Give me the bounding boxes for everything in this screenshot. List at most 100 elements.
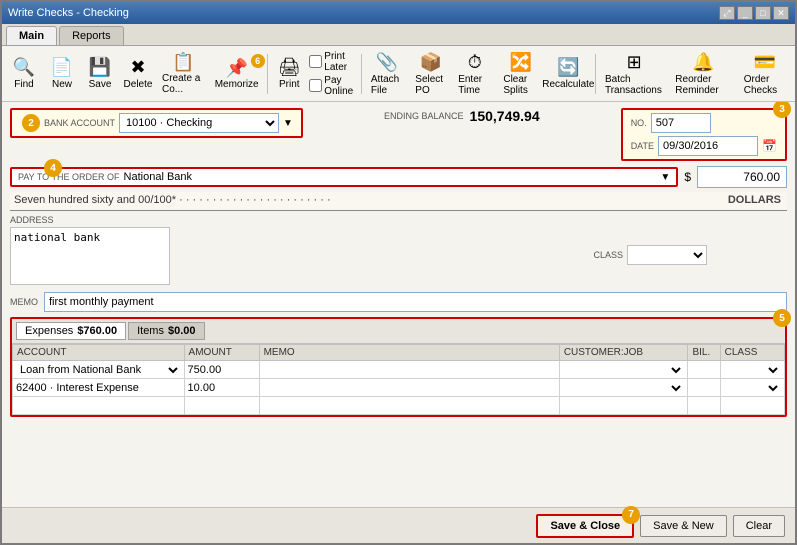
pay-online-checkbox[interactable] (309, 79, 322, 92)
class-select[interactable] (627, 245, 707, 265)
print-label: Print (279, 79, 300, 90)
maximize-btn[interactable]: □ (755, 6, 771, 20)
delete-button[interactable]: ✖ Delete (120, 54, 156, 93)
empty-memo (259, 397, 559, 415)
table-row: 62400 · Interest Expense (13, 379, 785, 397)
expenses-tab[interactable]: Expenses $760.00 (16, 322, 126, 340)
tab-reports[interactable]: Reports (59, 26, 124, 45)
print-later-checkbox[interactable] (309, 55, 322, 68)
items-tab[interactable]: Items $0.00 (128, 322, 204, 340)
toolbar-sep-2 (361, 54, 362, 94)
row1-amount-input[interactable] (188, 364, 256, 376)
pay-online-checkbox-label[interactable]: Pay Online (309, 75, 353, 97)
bank-account-badge: 2 (22, 114, 40, 132)
row1-class-select[interactable] (724, 363, 781, 377)
expenses-badge: 5 (773, 309, 791, 327)
select-po-icon: 📦 (420, 52, 442, 73)
expand-btn[interactable]: ⤢ (719, 6, 735, 20)
expenses-tab-label: Expenses (25, 325, 73, 337)
new-label: New (52, 79, 72, 90)
recalculate-icon: 🔄 (557, 57, 579, 78)
new-button[interactable]: 📄 New (44, 54, 80, 93)
row2-bil (688, 379, 720, 397)
find-label: Find (14, 79, 33, 90)
window-controls: ⤢ _ □ ✕ (719, 6, 789, 20)
column-class: CLASS (720, 345, 784, 361)
empty-bil (688, 397, 720, 415)
attach-file-button[interactable]: 📎 Attach File (366, 49, 408, 99)
column-customer-job: CUSTOMER:JOB (559, 345, 688, 361)
bank-account-label: BANK ACCOUNT (44, 118, 115, 128)
table-row: Loan from National Bank (13, 361, 785, 379)
tab-main[interactable]: Main (6, 26, 57, 45)
expenses-table-container: ACCOUNT AMOUNT MEMO CUSTOMER:JOB BIL. CL… (12, 344, 785, 415)
check-number-input[interactable] (651, 113, 711, 133)
recalculate-button[interactable]: 🔄 Recalculate (545, 54, 591, 93)
close-btn[interactable]: ✕ (773, 6, 789, 20)
print-later-checkbox-label[interactable]: Print Later (309, 51, 353, 73)
bank-account-select[interactable]: 10100 · Checking (119, 113, 279, 133)
date-input[interactable] (658, 136, 758, 156)
delete-label: Delete (124, 79, 153, 90)
clear-button[interactable]: Clear (733, 515, 785, 537)
address-section: ADDRESS national bank (10, 215, 170, 288)
create-copy-button[interactable]: 📋 Create a Co... (158, 50, 209, 97)
amount-input[interactable] (697, 166, 787, 188)
row1-custjob-select[interactable] (563, 363, 685, 377)
row1-custjob (559, 361, 688, 379)
row1-memo (259, 361, 559, 379)
expenses-table: ACCOUNT AMOUNT MEMO CUSTOMER:JOB BIL. CL… (12, 344, 785, 415)
dollar-sign: $ (684, 170, 691, 184)
row2-memo-input[interactable] (263, 382, 556, 394)
date-label: DATE (631, 141, 654, 151)
memorize-button[interactable]: 6 📌 Memorize (211, 56, 263, 92)
batch-transactions-button[interactable]: ⊞ Batch Transactions (600, 49, 668, 99)
select-po-button[interactable]: 📦 Select PO (410, 49, 451, 99)
check-num-badge: 3 (773, 102, 791, 118)
calendar-icon[interactable]: 📅 (762, 139, 777, 153)
delete-icon: ✖ (130, 57, 145, 78)
order-checks-icon: 💳 (754, 52, 776, 73)
save-close-button[interactable]: Save & Close (536, 514, 634, 538)
row1-amount (184, 361, 259, 379)
main-window: Write Checks - Checking ⤢ _ □ ✕ Main Rep… (0, 0, 797, 545)
written-amount-text: Seven hundred sixty and 00/100* · · · · … (10, 192, 728, 208)
create-copy-icon: 📋 (172, 52, 194, 73)
expenses-tab-bar: Expenses $760.00 Items $0.00 (12, 319, 785, 344)
pay-to-label: PAY TO THE ORDER OF (18, 172, 120, 182)
dollars-label: DOLLARS (728, 194, 787, 206)
memo-input[interactable] (44, 292, 787, 312)
print-button[interactable]: 🖨 Print (271, 54, 307, 93)
table-header-row: ACCOUNT AMOUNT MEMO CUSTOMER:JOB BIL. CL… (13, 345, 785, 361)
check-number-label: NO. (631, 118, 647, 128)
bottom-bar: 7 Save & Close Save & New Clear (2, 507, 795, 543)
address-input[interactable]: national bank (10, 227, 170, 285)
memorize-label: Memorize (215, 79, 259, 90)
row2-custjob-select[interactable] (563, 381, 685, 395)
pay-to-dropdown-icon[interactable]: ▼ (660, 172, 670, 183)
minimize-btn[interactable]: _ (737, 6, 753, 20)
memo-label: MEMO (10, 297, 38, 307)
clear-splits-icon: 🔀 (510, 52, 532, 73)
reorder-reminder-button[interactable]: 🔔 Reorder Reminder (670, 49, 736, 99)
clear-splits-button[interactable]: 🔀 Clear Splits (498, 49, 543, 99)
row2-amount-input[interactable] (188, 382, 256, 394)
save-new-button[interactable]: Save & New (640, 515, 727, 537)
pay-to-input[interactable] (124, 171, 657, 183)
items-tab-amount: $0.00 (168, 325, 196, 337)
save-button[interactable]: 💾 Save (82, 54, 118, 93)
print-pay-checkboxes: Print Later Pay Online (309, 51, 353, 97)
find-button[interactable]: 🔍 Find (6, 54, 42, 93)
empty-account-input[interactable] (16, 400, 181, 412)
enter-time-button[interactable]: ⏱ Enter Time (453, 49, 496, 99)
bank-account-field: 2 BANK ACCOUNT 10100 · Checking ▼ (10, 108, 303, 138)
new-icon: 📄 (51, 57, 73, 78)
create-copy-label: Create a Co... (162, 73, 205, 95)
row1-account-select[interactable]: Loan from National Bank (16, 363, 181, 377)
batch-transactions-label: Batch Transactions (605, 74, 663, 96)
order-checks-button[interactable]: 💳 Order Checks (739, 49, 791, 99)
row1-memo-input[interactable] (263, 364, 556, 376)
row2-class-select[interactable] (724, 381, 781, 395)
title-bar: Write Checks - Checking ⤢ _ □ ✕ (2, 2, 795, 24)
row2-memo (259, 379, 559, 397)
